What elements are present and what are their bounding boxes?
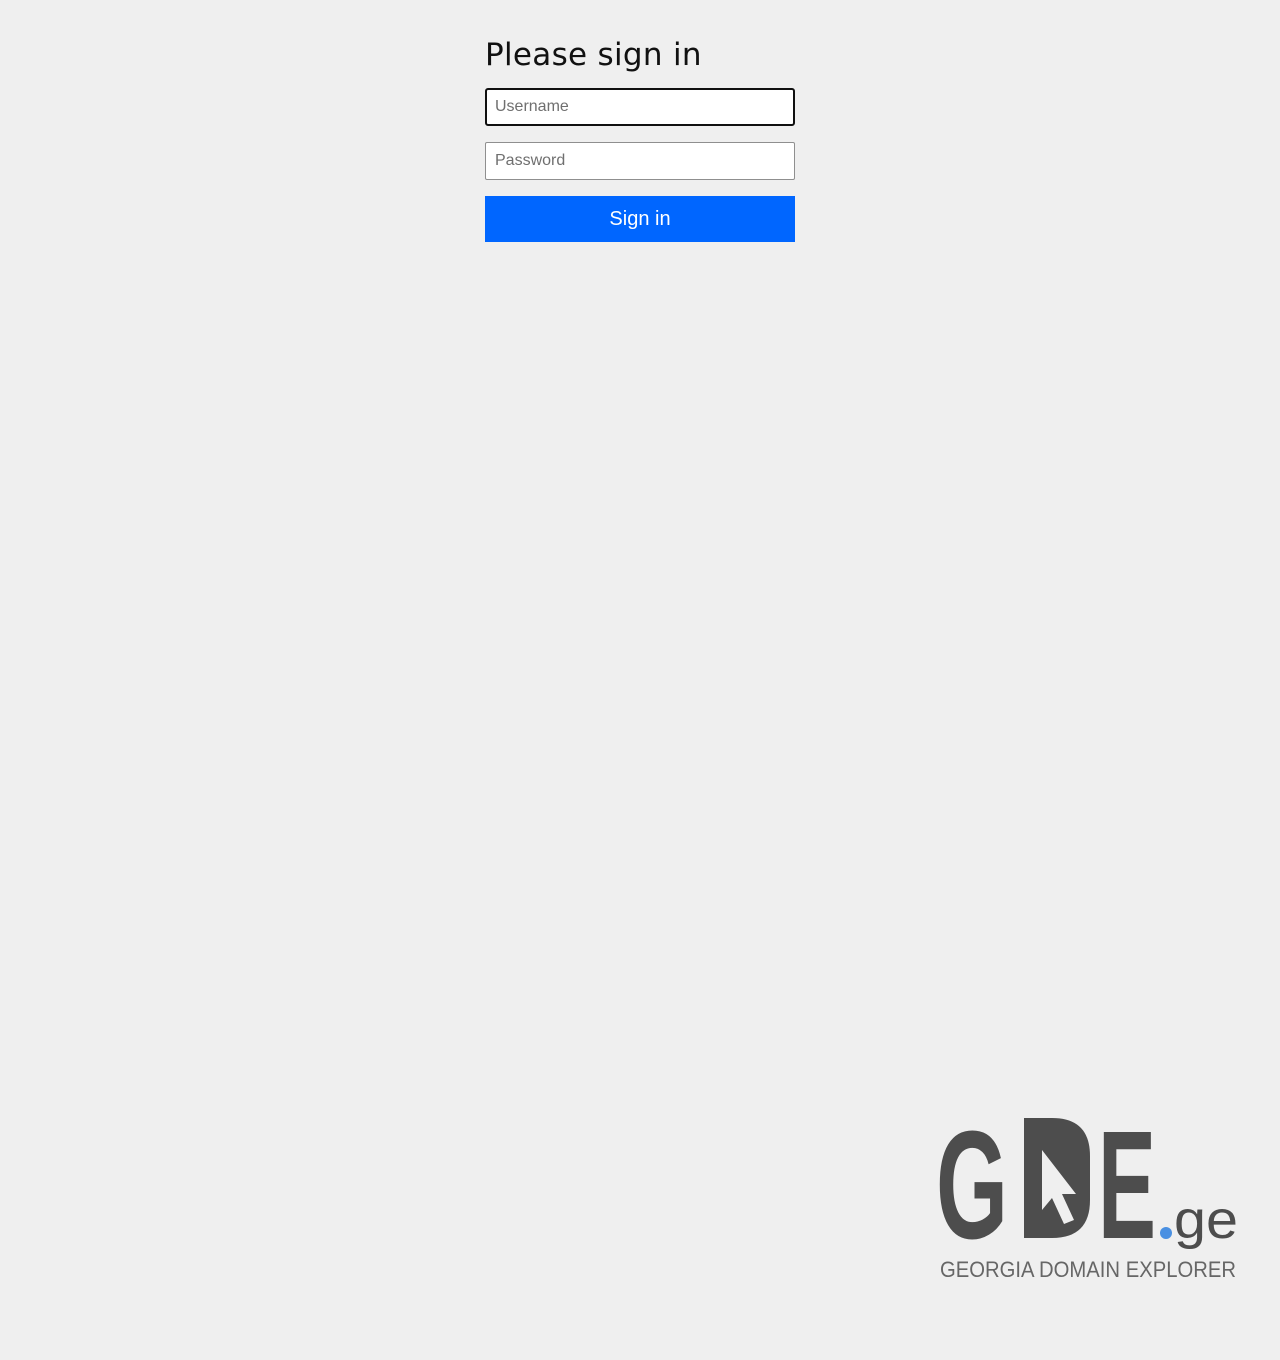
signin-button[interactable]: Sign in (485, 196, 795, 242)
logo-letter-g: G (936, 1112, 1008, 1271)
username-input[interactable] (485, 88, 795, 126)
page-title: Please sign in (485, 37, 702, 73)
password-input[interactable] (485, 142, 795, 180)
signin-form: Please sign in Sign in (485, 32, 795, 242)
logo-tld: ge (1174, 1190, 1238, 1250)
logo-tagline: GEORGIA DOMAIN EXPLORER (940, 1257, 1236, 1282)
logo-dot (1160, 1227, 1172, 1239)
brand-logo: G E ge GEORGIA DOMAIN EXPLORER (936, 1112, 1240, 1284)
logo-letter-e: E (1098, 1112, 1156, 1271)
brand-logo-svg: G E ge GEORGIA DOMAIN EXPLORER (936, 1112, 1238, 1282)
